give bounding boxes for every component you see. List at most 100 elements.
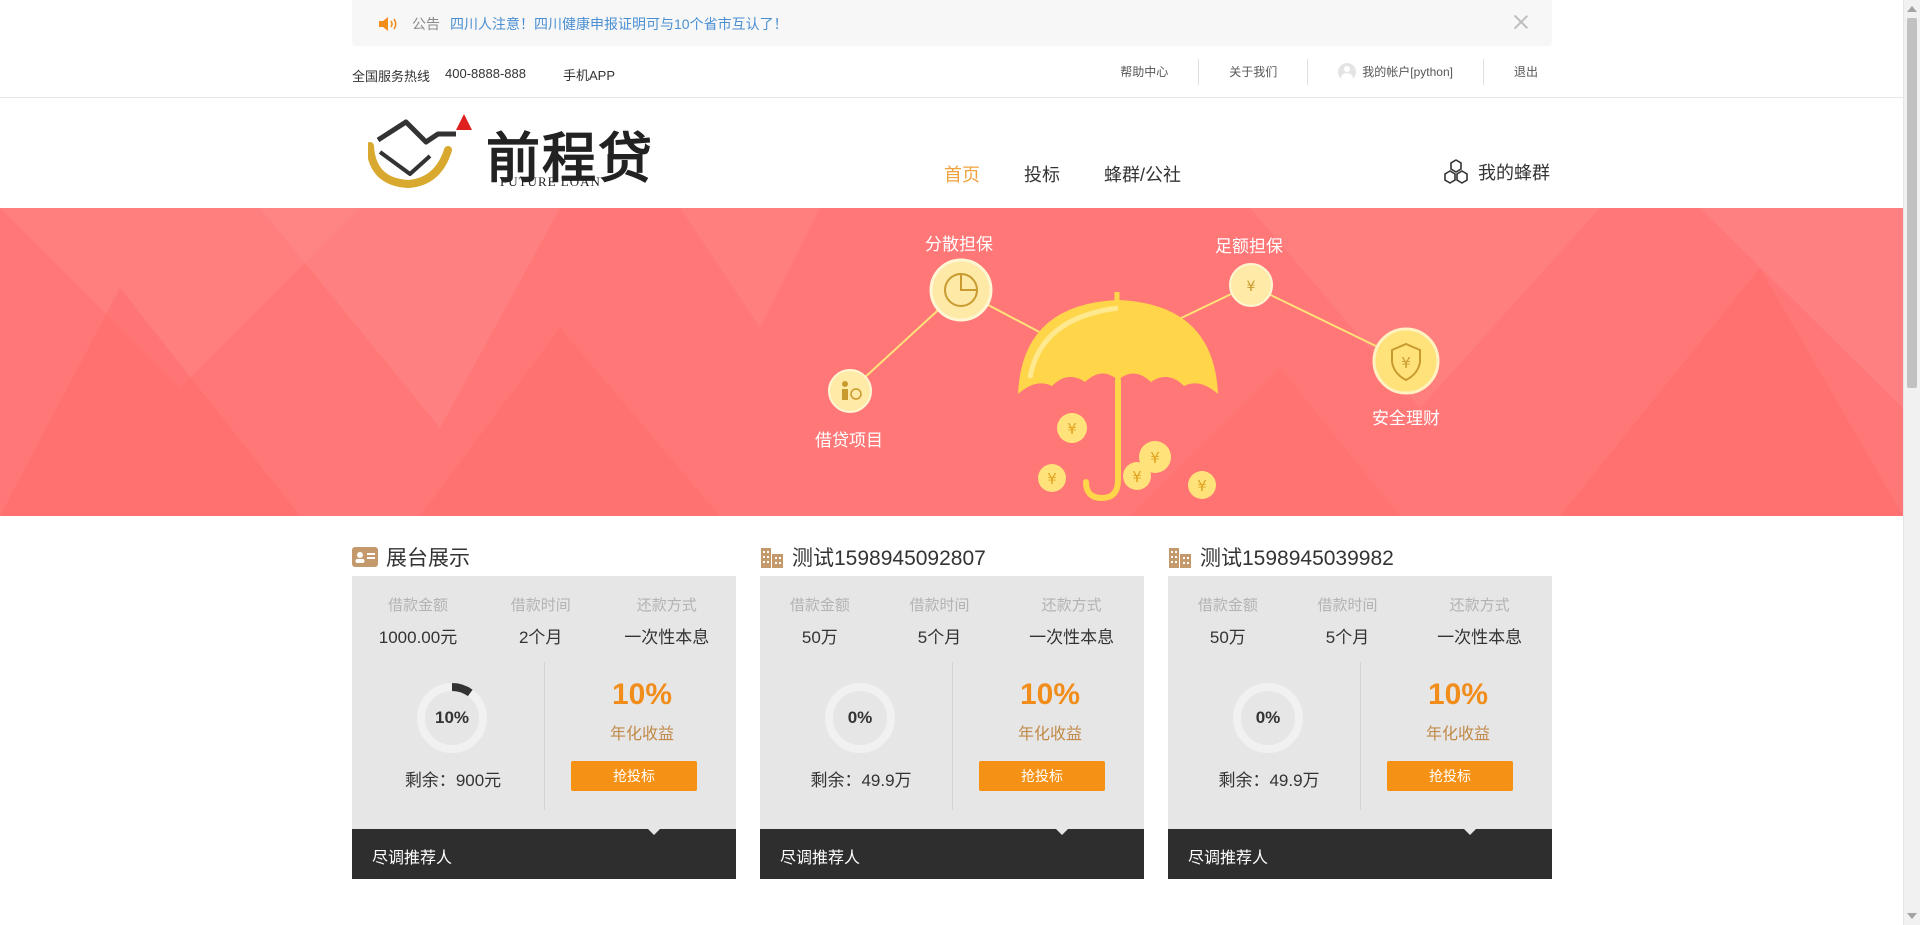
my-account-link[interactable]: 我的帐户[python] xyxy=(1307,59,1483,85)
logo-mark xyxy=(368,114,472,189)
notice-bar: 公告 四川人注意！四川健康申报证明可与10个省市互认了！ xyxy=(352,0,1552,46)
svg-text:¥: ¥ xyxy=(1197,477,1207,495)
annual-rate: 10% xyxy=(611,678,673,711)
progress-ring: 10% xyxy=(416,682,488,754)
progress-text: 0% xyxy=(1255,708,1281,727)
recommender-label: 尽调推荐人 xyxy=(780,850,861,867)
page: 公告 四川人注意！四川健康申报证明可与10个省市互认了！ 全国服务热线 400-… xyxy=(0,0,1903,925)
top-bar: 全国服务热线 400-8888-888 手机APP 帮助中心 关于我们 我的帐户… xyxy=(0,46,1903,98)
term-label: 借款时间 xyxy=(909,597,970,614)
svg-text:¥: ¥ xyxy=(1150,449,1160,467)
annual-rate: 10% xyxy=(1019,678,1081,711)
term-value: 5个月 xyxy=(917,628,962,647)
banner-label-projects: 借贷项目 xyxy=(815,431,883,450)
logo[interactable]: 前程贷 FUTURE LOAN xyxy=(368,112,668,192)
loan-card: 展台展示 借款金额 1000.00元 借款时间 2个月 还款方式 一次性本息 10% … xyxy=(352,538,736,880)
hive-icon xyxy=(1444,159,1468,184)
card-footer[interactable]: 尽调推荐人 xyxy=(352,826,736,879)
card-footer[interactable]: 尽调推荐人 xyxy=(1168,826,1552,879)
card-body: 借款金额 50万 借款时间 5个月 还款方式一次性本息 0% 剩余：49.9万 10… xyxy=(760,576,1144,829)
annual-rate-label: 年化收益 xyxy=(609,726,674,743)
progress-text: 10% xyxy=(434,708,470,727)
help-center-link[interactable]: 帮助中心 xyxy=(1090,59,1198,85)
mobile-app-link[interactable]: 手机APP xyxy=(563,65,615,84)
repay-label: 还款方式 xyxy=(1041,597,1102,614)
loan-card: 测试1598945092807 借款金额 50万 借款时间 5个月 还款方式一次性本… xyxy=(760,538,1144,880)
scroll-down-arrow-icon[interactable] xyxy=(1907,913,1917,919)
card-title[interactable]: 展台展示 xyxy=(352,538,470,576)
amount-value: 50万 xyxy=(1209,628,1246,647)
scroll-up-arrow-icon[interactable] xyxy=(1907,6,1917,12)
avatar xyxy=(1338,63,1357,81)
remaining-amount: 剩余：900元 xyxy=(404,771,502,790)
repay-label: 还款方式 xyxy=(1449,597,1510,614)
bid-button[interactable]: 抢投标 xyxy=(1387,761,1513,791)
logout-link[interactable]: 退出 xyxy=(1482,59,1552,85)
nav-invest[interactable]: 投标 xyxy=(1024,161,1060,187)
remaining-amount: 剩余：49.9万 xyxy=(810,771,912,790)
term-label: 借款时间 xyxy=(510,597,571,614)
recommender-label: 尽调推荐人 xyxy=(1188,850,1269,867)
money-bag-icon: ¥ xyxy=(1229,263,1273,307)
amount-label: 借款金额 xyxy=(789,597,850,614)
bid-button[interactable]: 抢投标 xyxy=(571,761,697,791)
progress-ring: 0% xyxy=(1232,682,1304,754)
hero-banner: ¥ ¥ ¥ ¥ ¥ ¥ ¥ 分散担保 足额担保 借贷项目 安全理财 xyxy=(0,208,1903,516)
term-value: 5个月 xyxy=(1325,628,1370,647)
notice-label: 公告 xyxy=(412,16,440,32)
hotline-label: 全国服务热线 xyxy=(352,69,431,84)
nav-community[interactable]: 蜂群/公社 xyxy=(1104,161,1181,187)
my-hive-link[interactable]: 我的蜂群 xyxy=(1442,159,1550,185)
shield-yen-icon: ¥ xyxy=(1372,327,1440,395)
speaker-icon xyxy=(379,17,397,31)
term-value: 2个月 xyxy=(518,628,563,647)
footer-notch xyxy=(1053,826,1071,835)
scroll-thumb[interactable] xyxy=(1907,18,1917,388)
vertical-scrollbar[interactable] xyxy=(1903,0,1920,925)
logo-subtext: FUTURE LOAN xyxy=(500,174,601,189)
repay-value: 一次性本息 xyxy=(1029,628,1115,647)
card-title[interactable]: 测试1598945039982 xyxy=(1168,538,1394,576)
coins: ¥ ¥ ¥ ¥ ¥ xyxy=(1038,413,1216,499)
card-body: 借款金额 1000.00元 借款时间 2个月 还款方式 一次性本息 10% 剩余：90… xyxy=(352,576,736,829)
building-icon xyxy=(1169,548,1191,568)
top-links: 帮助中心 关于我们 我的帐户[python] 退出 xyxy=(1090,59,1552,85)
id-card-icon xyxy=(352,547,378,567)
about-us-link[interactable]: 关于我们 xyxy=(1198,59,1307,85)
card-body: 借款金额 50万 借款时间 5个月 还款方式一次性本息 0% 剩余：49.9万 10… xyxy=(1168,576,1552,829)
notice-link[interactable]: 四川人注意！四川健康申报证明可与10个省市互认了！ xyxy=(450,14,788,34)
nav-home[interactable]: 首页 xyxy=(944,161,980,187)
pie-chart-icon xyxy=(929,258,993,322)
banner-label-diversified: 分散担保 xyxy=(925,235,993,254)
bid-button[interactable]: 抢投标 xyxy=(979,761,1105,791)
progress-text: 0% xyxy=(847,708,873,727)
amount-label: 借款金额 xyxy=(387,597,448,614)
amount-label: 借款金额 xyxy=(1197,597,1258,614)
main-nav: 首页 投标 蜂群/公社 xyxy=(944,161,1181,187)
svg-text:¥: ¥ xyxy=(1047,470,1057,488)
term-label: 借款时间 xyxy=(1317,597,1378,614)
header: 前程贷 FUTURE LOAN 首页 投标 蜂群/公社 我的蜂群 xyxy=(0,98,1903,208)
building-icon xyxy=(761,548,783,568)
repay-value: 一次性本息 xyxy=(624,628,710,647)
svg-text:¥: ¥ xyxy=(1067,420,1077,438)
footer-notch xyxy=(645,826,663,835)
amount-value: 50万 xyxy=(801,628,838,647)
repay-label: 还款方式 xyxy=(636,597,697,614)
repay-value: 一次性本息 xyxy=(1437,628,1523,647)
remaining-amount: 剩余：49.9万 xyxy=(1218,771,1320,790)
annual-rate-label: 年化收益 xyxy=(1017,726,1082,743)
banner-label-safe: 安全理财 xyxy=(1372,409,1440,428)
my-hive-label: 我的蜂群 xyxy=(1478,163,1550,183)
card-title[interactable]: 测试1598945092807 xyxy=(760,538,986,576)
annual-rate-label: 年化收益 xyxy=(1425,726,1490,743)
svg-text:¥: ¥ xyxy=(1401,354,1411,372)
close-icon[interactable] xyxy=(1512,13,1530,31)
card-footer[interactable]: 尽调推荐人 xyxy=(760,826,1144,879)
svg-text:¥: ¥ xyxy=(1132,468,1142,486)
annual-rate: 10% xyxy=(1427,678,1489,711)
banner-label-full: 足额担保 xyxy=(1215,237,1283,256)
footer-notch xyxy=(1461,826,1479,835)
person-money-icon xyxy=(828,369,872,413)
progress-ring: 0% xyxy=(824,682,896,754)
